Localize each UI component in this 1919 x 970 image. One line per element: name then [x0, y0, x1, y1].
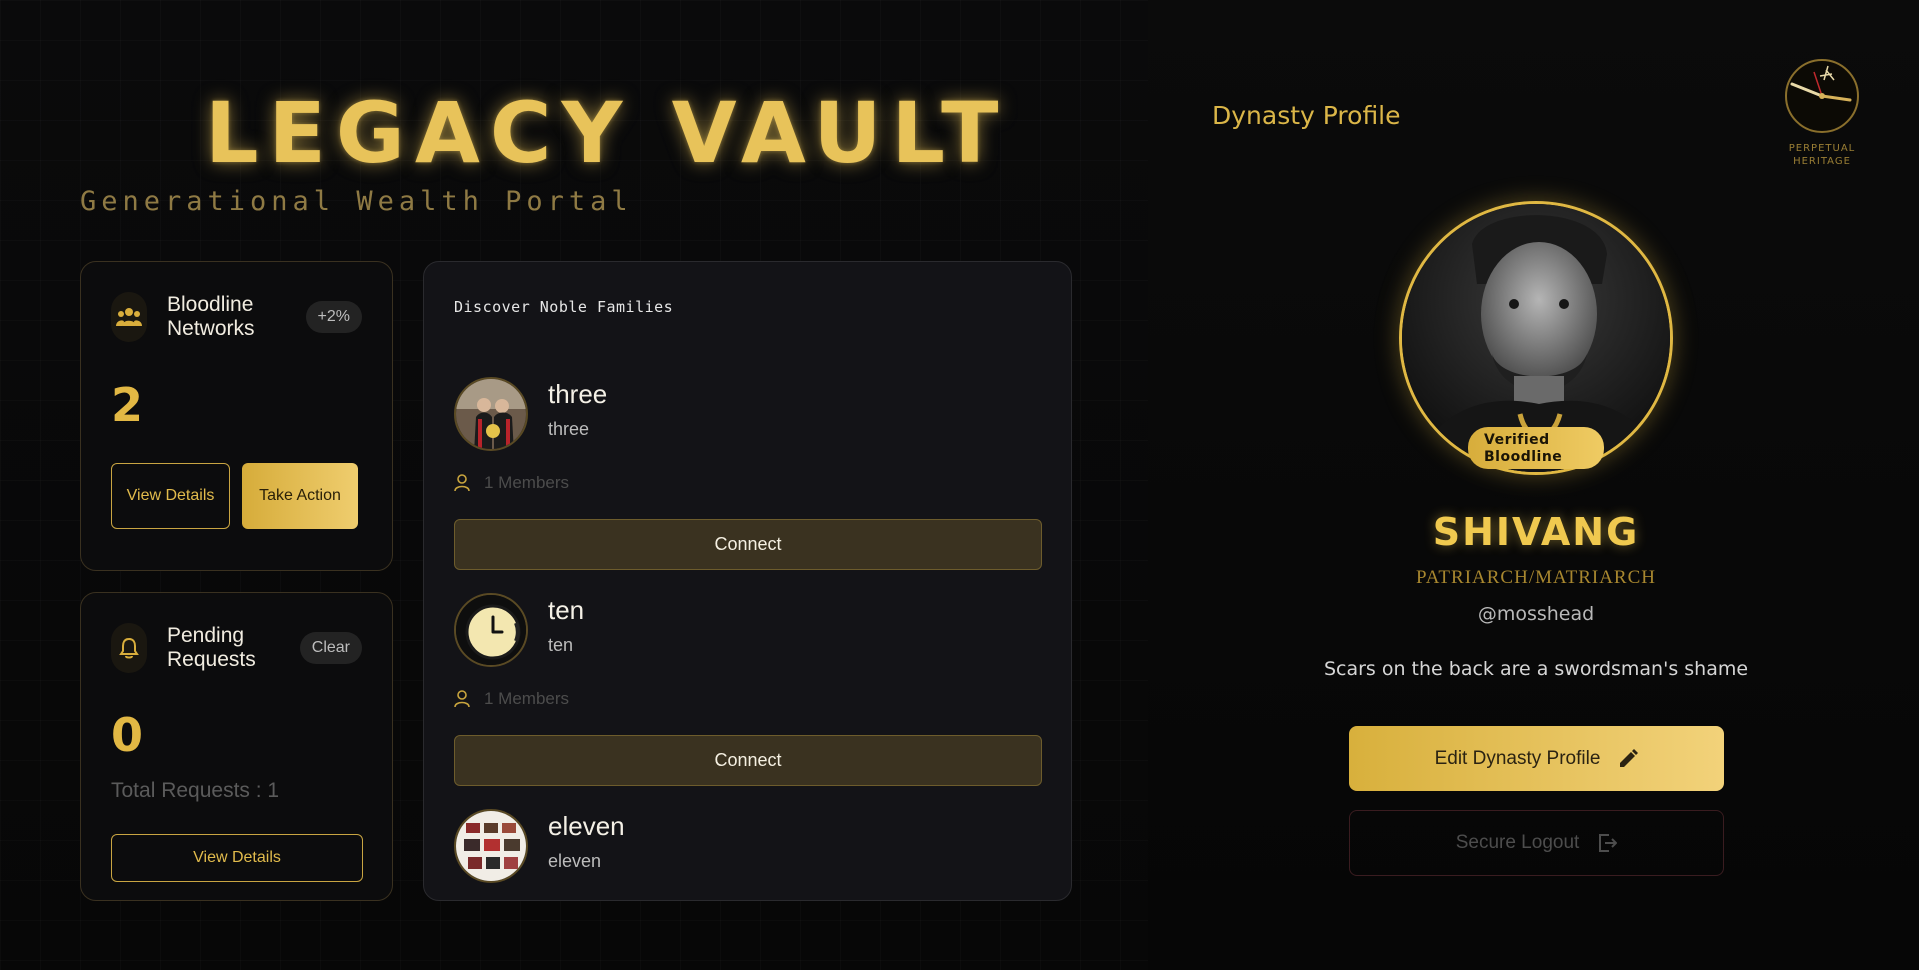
member-count: 1 Members [454, 473, 569, 493]
family-subtitle: ten [548, 635, 574, 655]
view-details-button[interactable]: View Details [111, 834, 363, 882]
edit-profile-button[interactable]: Edit Dynasty Profile [1349, 726, 1724, 791]
family-avatar [454, 377, 528, 451]
member-count: 1 Members [454, 689, 569, 709]
logout-label: Secure Logout [1455, 832, 1580, 853]
profile-name: SHIVANG [1432, 510, 1640, 554]
family-name: three [548, 379, 608, 409]
card-title: Pending Requests [167, 624, 256, 671]
pending-requests-card: Pending Requests Clear 0 Total Requests … [80, 592, 393, 901]
people-icon [111, 292, 147, 342]
card-header: Pending Requests Clear [111, 623, 362, 673]
discover-families-panel: Discover Noble Families three three 1 Me [423, 261, 1072, 901]
panel-title: Discover Noble Families [454, 298, 674, 316]
profile-heading: Dynasty Profile [1212, 101, 1401, 130]
family-name: ten [548, 595, 585, 625]
connect-button[interactable]: Connect [454, 519, 1042, 570]
heritage-emblem: PERPETUAL HERITAGE [1782, 58, 1862, 178]
bloodline-networks-card: Bloodline Networks +2% 2 View Details Ta… [80, 261, 393, 571]
card-header: Bloodline Networks +2% [111, 292, 362, 342]
profile-role: PATRIARCH/MATRIARCH [1415, 567, 1656, 588]
edit-profile-label: Edit Dynasty Profile [1434, 747, 1601, 769]
member-count-text: 1 Members [484, 689, 570, 708]
bloodline-count: 2 [111, 378, 144, 432]
pending-count: 0 [111, 708, 144, 762]
family-subtitle: three [548, 419, 590, 439]
logout-icon [1599, 834, 1618, 852]
clear-button[interactable]: Clear [299, 632, 362, 664]
card-actions: View Details Take Action [111, 463, 358, 529]
profile-handle: @mosshead [1477, 603, 1595, 625]
person-icon [454, 690, 470, 708]
logout-button[interactable]: Secure Logout [1349, 810, 1724, 876]
family-avatar [454, 593, 528, 667]
pencil-icon [1620, 748, 1639, 767]
growth-badge: +2% [305, 301, 362, 333]
profile-bio: Scars on the back are a swordsman's sham… [1323, 658, 1749, 680]
person-icon [454, 474, 470, 492]
family-avatar [454, 809, 528, 883]
family-subtitle: eleven [548, 851, 602, 871]
page-title: LEGACY VAULT [205, 84, 1009, 182]
verified-badge: Verified Bloodline [1468, 427, 1604, 469]
family-item: three three 1 Members Connect [454, 377, 1042, 577]
emblem-caption: PERPETUAL HERITAGE [1788, 143, 1856, 167]
bell-icon [111, 623, 147, 673]
view-details-button[interactable]: View Details [111, 463, 230, 529]
page-subtitle: Generational Wealth Portal [80, 186, 633, 217]
family-name: eleven [548, 811, 625, 841]
take-action-button[interactable]: Take Action [242, 463, 358, 529]
family-item: eleven eleven [454, 809, 1042, 899]
member-count-text: 1 Members [484, 473, 570, 492]
clock-emblem-icon [1785, 59, 1859, 133]
card-title: Bloodline Networks [167, 293, 255, 340]
family-item: ten ten 1 Members Connect [454, 593, 1042, 793]
connect-button[interactable]: Connect [454, 735, 1042, 786]
total-requests-text: Total Requests : 1 [111, 779, 280, 802]
